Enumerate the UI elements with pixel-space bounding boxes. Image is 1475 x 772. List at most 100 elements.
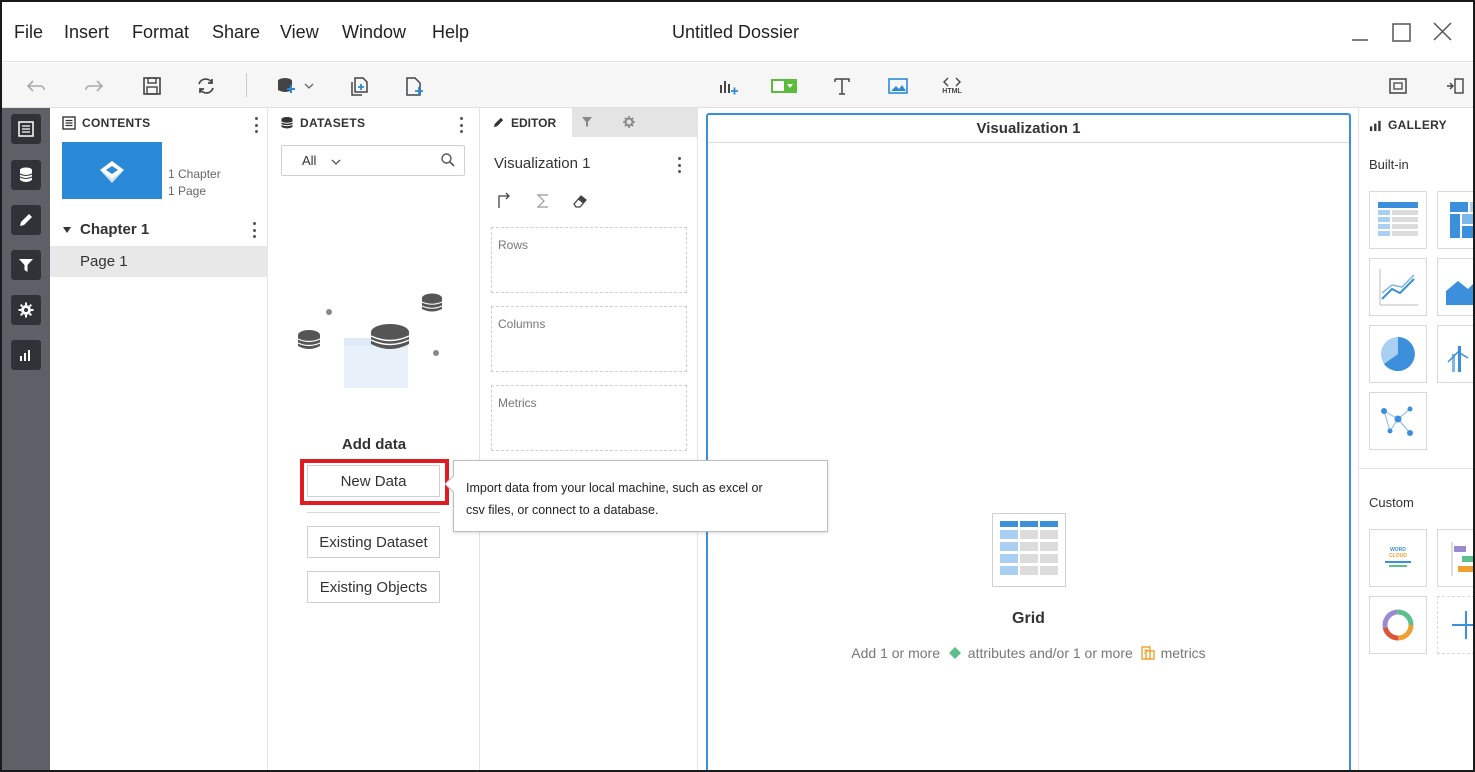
rail-gallery-button[interactable] (11, 340, 41, 370)
rail-datasets-button[interactable] (11, 160, 41, 190)
visualization-title[interactable]: Visualization 1 (708, 115, 1349, 143)
swap-axes-icon[interactable] (496, 192, 514, 210)
resize-icon (1447, 78, 1464, 94)
add-dataset-button[interactable] (272, 72, 318, 100)
rows-drop-zone[interactable]: Rows (491, 227, 687, 293)
filter-element-icon (771, 79, 797, 93)
gallery-combo-chart-tile[interactable] (1437, 325, 1473, 383)
fit-button[interactable] (1384, 72, 1412, 100)
pencil-icon (20, 214, 32, 226)
menu-insert[interactable]: Insert (64, 22, 109, 43)
close-icon (1433, 22, 1452, 41)
toolbar: HTML (2, 63, 1473, 108)
existing-objects-button[interactable]: Existing Objects (307, 571, 440, 603)
donut-icon (1382, 609, 1414, 641)
refresh-button[interactable] (192, 72, 220, 100)
page-count: 1 Page (168, 184, 207, 198)
menu-share[interactable]: Share (212, 22, 260, 43)
gallery-pie-chart-tile[interactable] (1369, 325, 1427, 383)
gallery-donut-tile[interactable] (1369, 596, 1427, 654)
datasets-title: DATASETS (300, 116, 366, 130)
html-container-button[interactable]: HTML (938, 72, 966, 100)
filter-icon (19, 259, 33, 272)
chapter-count: 1 Chapter (168, 167, 221, 181)
gallery-heatmap-tile[interactable] (1437, 191, 1473, 249)
menu-format[interactable]: Format (132, 22, 189, 43)
tab-editor[interactable]: EDITOR (480, 108, 572, 137)
contents-title: CONTENTS (82, 116, 151, 130)
rail-filter-button[interactable] (11, 250, 41, 280)
save-button[interactable] (138, 72, 166, 100)
add-visualization-icon (720, 81, 738, 95)
rail-format-button[interactable] (11, 295, 41, 325)
gallery-area-chart-tile[interactable] (1437, 258, 1473, 316)
columns-label: Columns (498, 317, 546, 331)
tooltip-line-2: csv files, or connect to a database. (466, 503, 659, 517)
fit-icon (1389, 78, 1407, 94)
visualization-container[interactable]: Visualization 1 Grid Add 1 or more attri… (706, 113, 1351, 770)
close-button[interactable] (1429, 18, 1457, 46)
maximize-button[interactable] (1388, 18, 1416, 46)
menu-help[interactable]: Help (432, 22, 469, 43)
window-title: Untitled Dossier (672, 22, 800, 42)
gallery-panel: GALLERY Built-in Custom WORD CLOUD (1358, 108, 1473, 770)
plus-icon (1452, 611, 1473, 639)
bar-chart-icon (20, 350, 30, 361)
text-button[interactable] (828, 72, 856, 100)
contents-menu-icon[interactable] (253, 117, 259, 133)
gallery-line-chart-tile[interactable] (1369, 258, 1427, 316)
minimize-button[interactable] (1347, 18, 1375, 46)
tab-filter[interactable] (580, 115, 596, 131)
editor-viz-menu-icon[interactable] (676, 157, 682, 173)
dataset-filter-select[interactable]: All (302, 153, 316, 168)
chevron-down-icon[interactable] (330, 156, 342, 168)
undo-button[interactable] (22, 72, 50, 100)
gallery-add-custom-tile[interactable] (1437, 596, 1473, 654)
redo-icon (85, 80, 104, 92)
eraser-icon[interactable] (571, 192, 589, 210)
resize-button[interactable] (1442, 72, 1470, 100)
add-visualization-button[interactable] (714, 72, 742, 100)
duplicate-page-button[interactable] (346, 72, 374, 100)
new-page-button[interactable] (400, 72, 428, 100)
image-button[interactable] (884, 72, 912, 100)
gallery-word-cloud-tile[interactable]: WORD CLOUD (1369, 529, 1427, 587)
add-data-heading: Add data (341, 436, 407, 453)
tab-format[interactable] (622, 115, 638, 131)
gallery-network-tile[interactable] (1369, 392, 1427, 450)
dataset-search-box[interactable]: All (281, 145, 465, 176)
hint-metrics: metrics (1160, 645, 1206, 661)
gallery-gantt-tile[interactable] (1437, 529, 1473, 587)
search-icon[interactable] (440, 152, 456, 168)
chapter-menu-icon[interactable] (251, 222, 257, 238)
gallery-header: GALLERY (1369, 118, 1447, 132)
image-icon (888, 78, 908, 94)
page-item[interactable]: Page 1 (50, 246, 268, 277)
editor-panel: EDITOR Visualization 1 Rows Columns Metr… (480, 108, 698, 770)
dossier-thumbnail[interactable] (62, 142, 162, 199)
database-icon (19, 167, 33, 182)
text-icon (834, 78, 850, 95)
chapter-label: Chapter 1 (80, 221, 150, 238)
sigma-icon[interactable] (534, 192, 552, 210)
add-data-illustration (297, 293, 443, 388)
tooltip-line-1: Import data from your local machine, suc… (466, 481, 763, 495)
menu-file[interactable]: File (14, 22, 43, 43)
duplicate-page-icon (351, 77, 368, 96)
chapter-item[interactable]: Chapter 1 (50, 217, 268, 243)
columns-drop-zone[interactable]: Columns (491, 306, 687, 372)
new-data-button[interactable]: New Data (307, 465, 440, 497)
gallery-grid-tile[interactable] (1369, 191, 1427, 249)
grid-icon (992, 513, 1066, 587)
existing-dataset-button[interactable]: Existing Dataset (307, 526, 440, 558)
menu-window[interactable]: Window (342, 22, 406, 43)
metrics-drop-zone[interactable]: Metrics (491, 385, 687, 451)
rail-contents-button[interactable] (11, 114, 41, 144)
filter-element-button[interactable] (770, 72, 798, 100)
menu-view[interactable]: View (280, 22, 319, 43)
tab-editor-label: EDITOR (511, 115, 557, 130)
page-label: Page 1 (80, 253, 128, 270)
rail-editor-button[interactable] (11, 205, 41, 235)
redo-button[interactable] (80, 72, 108, 100)
datasets-menu-icon[interactable] (458, 117, 464, 133)
